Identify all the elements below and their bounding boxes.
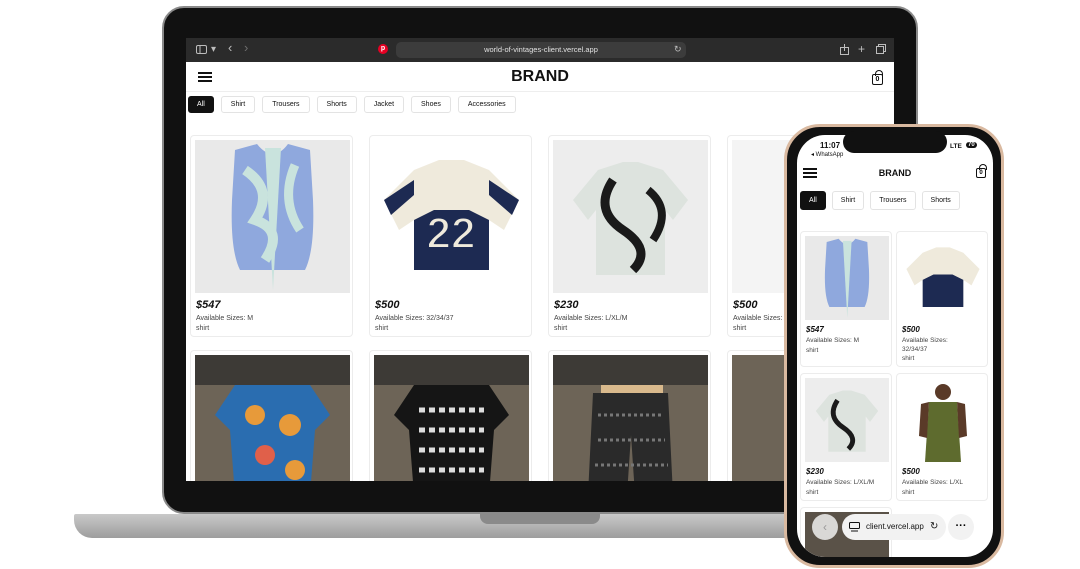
product-price: $230 [806,467,824,476]
product-image-sweater-vest [805,236,889,320]
product-image-art-print-shirt [195,355,350,481]
product-price: $500 [902,467,920,476]
product-card[interactable]: 22 $500 Available Sizes: 32/34/37 shirt [369,135,532,337]
product-image-football-jersey: 22 [374,140,529,293]
category-chip-shirt[interactable]: Shirt [220,96,256,113]
cart-icon[interactable]: 0 [872,70,883,85]
product-category: shirt [196,325,210,332]
back-icon[interactable]: ‹ [228,41,232,55]
product-card[interactable]: $230 Available Sizes: L/XL/M shirt [548,135,711,337]
product-image-letter-print-shirt [374,355,529,481]
browser-toolbar: ▾ ‹ › p world-of-vintages-client.vercel.… [186,38,894,62]
product-category: shirt [806,489,819,496]
product-sizes: Available Sizes: M [806,337,859,344]
back-to-app-link[interactable]: ◂ WhatsApp [811,151,843,158]
category-chip-shorts[interactable]: Shorts [316,96,357,113]
category-chip-shorts[interactable]: Shorts [921,191,960,210]
reload-icon[interactable]: ↻ [674,42,682,56]
category-chip-all[interactable]: All [188,96,214,113]
product-price: $547 [806,325,824,334]
tabs-icon[interactable] [876,44,886,54]
product-image-printed-shirt [553,140,708,293]
category-chip-shirt[interactable]: Shirt [831,191,865,210]
brand-logo[interactable]: BRAND [797,168,993,178]
category-bar: All Shirt Trousers Shorts [800,191,960,210]
laptop-notch [480,514,600,524]
product-card[interactable] [190,350,353,481]
new-tab-icon[interactable]: + [858,42,865,56]
product-sizes: Available Sizes: 32/34/37 [375,315,454,322]
product-category: shirt [733,325,747,332]
chevron-down-icon[interactable]: ▾ [211,43,216,57]
phone-screen: BRAND 0 All Shirt Trousers Shorts $547 A… [797,135,993,557]
product-sizes: Available Sizes: L/XL/M [554,315,628,322]
svg-text:22: 22 [427,209,476,258]
phone-back-icon[interactable]: ‹ [812,514,838,540]
category-bar: All Shirt Trousers Shorts Jacket Shoes A… [188,96,516,113]
category-chip-accessories[interactable]: Accessories [457,96,516,113]
product-card[interactable]: $500 Available Sizes: 32/34/37 shirt [896,231,988,367]
product-category: shirt [375,325,389,332]
product-card[interactable]: $547 Available Sizes: M shirt [800,231,892,367]
product-image-sweater-vest [195,140,350,293]
product-category: shirt [902,355,915,362]
product-sizes: Available Sizes: L/ [733,315,791,322]
product-price: $500 [375,299,400,311]
product-price: $230 [554,299,579,311]
product-image-green-vest [901,378,985,462]
product-image-printed-shirt [805,378,889,462]
product-card[interactable] [548,350,711,481]
category-chip-jacket[interactable]: Jacket [363,96,405,113]
product-category: shirt [902,489,915,496]
product-price: $500 [733,299,758,311]
category-chip-all[interactable]: All [800,191,826,210]
more-options-icon[interactable]: ··· [948,514,974,540]
page-menu-icon[interactable] [849,522,860,532]
phone-url: client.vercel.app [866,522,924,531]
product-card[interactable]: $230 Available Sizes: L/XL/M shirt [800,373,892,501]
product-card[interactable]: $500 Available Sizes: L/XL shirt [896,373,988,501]
share-icon[interactable] [840,44,849,55]
dynamic-island [843,131,947,153]
forward-icon[interactable]: › [244,41,248,55]
category-chip-trousers[interactable]: Trousers [262,96,310,113]
product-sizes-line2: 32/34/37 [902,346,928,353]
address-bar[interactable]: world-of-vintages-client.vercel.app [396,42,686,58]
cart-icon[interactable]: 0 [976,164,987,178]
reload-icon[interactable]: ↻ [930,514,938,540]
site-header: BRAND 0 [186,62,894,92]
product-image-football-jersey [901,236,985,320]
product-sizes: Available Sizes: M [196,315,254,322]
product-sizes: Available Sizes: L/XL/M [806,479,875,486]
phone-address-bar[interactable]: client.vercel.app ↻ [842,514,946,540]
product-sizes-line1: Available Sizes: [902,337,948,344]
product-category: shirt [806,347,819,354]
category-chip-shoes[interactable]: Shoes [411,96,451,113]
product-card[interactable] [369,350,532,481]
mockup-stage: ▾ ‹ › p world-of-vintages-client.vercel.… [0,0,1080,569]
product-image-trousers [553,355,708,481]
status-time: 11:07 [820,141,841,150]
product-category: shirt [554,325,568,332]
product-sizes: Available Sizes: L/XL [902,479,963,486]
pinterest-favicon-icon: p [378,44,388,54]
battery-indicator: 70 [966,142,977,148]
product-card[interactable]: $547 Available Sizes: M shirt [190,135,353,337]
brand-logo[interactable]: BRAND [186,68,894,86]
product-price: $547 [196,299,221,311]
category-chip-trousers[interactable]: Trousers [870,191,916,210]
sidebar-icon[interactable] [196,45,207,54]
network-label: LTE [950,143,962,150]
product-price: $500 [902,325,920,334]
